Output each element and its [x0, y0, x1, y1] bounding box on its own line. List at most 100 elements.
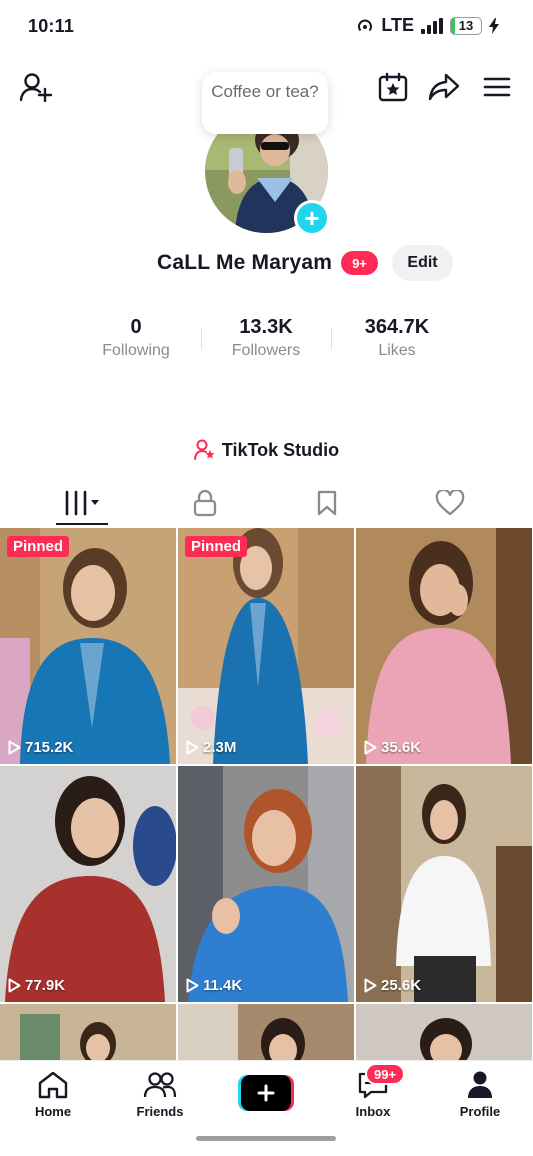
play-icon [364, 978, 377, 993]
play-icon [8, 740, 21, 755]
calendar-button[interactable] [376, 70, 410, 104]
view-count-text: 35.6K [381, 739, 422, 756]
inbox-badge: 99+ [365, 1063, 406, 1085]
video-thumbnail-image [356, 528, 532, 764]
view-count: 25.6K [364, 977, 421, 994]
battery-indicator: 13 [450, 16, 482, 35]
nav-friends-label: Friends [136, 1104, 184, 1119]
share-arrow-icon [428, 73, 460, 101]
video-thumbnail-image [0, 528, 176, 764]
friends-icon [143, 1072, 177, 1098]
create-button[interactable] [238, 1075, 294, 1111]
view-count: 77.9K [8, 977, 65, 994]
status-time: 10:11 [28, 16, 75, 36]
video-thumbnail-image [356, 766, 532, 1002]
profile-icon [468, 1071, 492, 1098]
network-label: LTE [381, 15, 414, 35]
video-thumbnail[interactable] [0, 1004, 176, 1060]
video-thumbnail[interactable]: 77.9K [0, 766, 176, 1002]
followers-count: 13.3K [239, 316, 293, 338]
view-count: 35.6K [364, 739, 421, 756]
profile-note-bubble[interactable]: Coffee or tea? [202, 72, 328, 134]
play-icon [186, 978, 199, 993]
videos-grid-icon [65, 490, 99, 516]
bookmark-icon [317, 490, 337, 516]
video-thumbnail-image [356, 1004, 532, 1060]
add-friend-button[interactable] [18, 70, 54, 104]
tab-videos[interactable] [52, 480, 112, 526]
profile-stats: 0 Following 13.3K Followers 364.7K Likes [0, 316, 533, 366]
pinned-badge: Pinned [185, 536, 248, 557]
nav-profile-label: Profile [459, 1104, 501, 1119]
nav-inbox-label: Inbox [355, 1104, 391, 1119]
person-plus-icon [19, 73, 53, 103]
add-story-button[interactable]: + [294, 200, 330, 236]
status-bar: 10:11 LTE 13 [0, 0, 533, 52]
hotspot-icon [358, 19, 373, 31]
bottom-navigation: Home Friends Inbox Profile [0, 1060, 533, 1156]
play-icon [8, 978, 21, 993]
video-thumbnail-image [0, 1004, 176, 1060]
stat-following[interactable]: 0 Following [71, 316, 201, 360]
video-thumbnail[interactable] [178, 1004, 354, 1060]
tab-private[interactable] [175, 480, 235, 526]
tiktok-studio-label: TikTok Studio [221, 439, 340, 460]
tab-saved[interactable] [297, 480, 357, 526]
view-count: 11.4K [186, 977, 242, 994]
video-thumbnail[interactable]: 25.6K [356, 766, 532, 1002]
following-count: 0 [130, 316, 142, 338]
profile-name: CaLL Me Maryam [157, 251, 333, 274]
edit-profile-button[interactable]: Edit [392, 245, 453, 281]
view-count-text: 25.6K [381, 977, 422, 994]
video-thumbnail[interactable] [356, 1004, 532, 1060]
share-button[interactable] [426, 70, 462, 104]
status-indicators: LTE 13 [356, 15, 499, 36]
view-count-text: 11.4K [203, 977, 243, 994]
video-thumbnail-image [178, 1004, 354, 1060]
nav-home[interactable]: Home [13, 1069, 93, 1119]
likes-label: Likes [378, 342, 416, 359]
stat-followers[interactable]: 13.3K Followers [201, 316, 331, 360]
home-indicator [196, 1136, 336, 1141]
play-icon [186, 740, 199, 755]
calendar-star-icon [378, 72, 408, 102]
plus-icon: + [304, 203, 320, 233]
battery-fill [451, 17, 455, 34]
view-count: 2.3M [186, 739, 236, 756]
create-plus-icon [238, 1075, 294, 1111]
tiktok-studio-link[interactable]: TikTok Studio [0, 437, 533, 463]
video-thumbnail[interactable]: Pinned 715.2K [0, 528, 176, 764]
view-count-text: 715.2K [25, 739, 74, 756]
view-count-text: 77.9K [25, 977, 66, 994]
video-thumbnail[interactable]: 35.6K [356, 528, 532, 764]
nav-profile[interactable]: Profile [440, 1069, 520, 1119]
signal-icon [421, 17, 443, 34]
view-count: 715.2K [8, 739, 73, 756]
followers-label: Followers [231, 342, 301, 359]
profile-tabs [0, 480, 533, 528]
view-count-text: 2.3M [203, 739, 237, 756]
video-thumbnail-image [0, 766, 176, 1002]
nav-home-label: Home [34, 1104, 72, 1119]
nav-friends[interactable]: Friends [120, 1069, 200, 1119]
video-thumbnail-image [178, 528, 354, 764]
battery-level: 13 [458, 18, 474, 33]
tab-liked[interactable] [420, 480, 480, 526]
pinned-badge: Pinned [7, 536, 70, 557]
person-star-icon [193, 439, 215, 460]
edit-profile-label: Edit [407, 254, 438, 271]
profile-note-text: Coffee or tea? [211, 82, 319, 101]
lock-icon [193, 489, 217, 517]
likes-count: 364.7K [364, 316, 430, 338]
video-thumbnail[interactable]: Pinned 2.3M [178, 528, 354, 764]
profile-name-row: CaLL Me Maryam 9+ Edit [0, 243, 533, 283]
following-label: Following [102, 342, 170, 359]
menu-button[interactable] [480, 70, 514, 104]
home-icon [38, 1071, 68, 1099]
video-thumbnail[interactable]: 11.4K [178, 766, 354, 1002]
notification-badge[interactable]: 9+ [341, 251, 378, 275]
stat-likes[interactable]: 364.7K Likes [332, 316, 462, 360]
play-icon [364, 740, 377, 755]
charging-bolt-icon [489, 17, 499, 34]
heart-icon [435, 490, 465, 516]
